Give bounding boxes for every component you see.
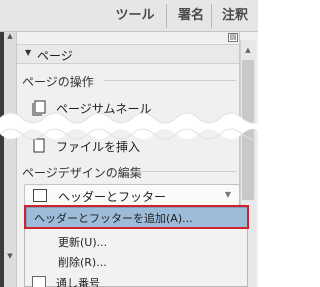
top-toolbar: ツール 署名 注釈 <box>0 0 258 32</box>
menu-item-delete[interactable]: 削除(R)... <box>58 254 107 270</box>
group-divider <box>104 80 236 81</box>
scroll-up-arrow-icon[interactable]: ▲ <box>242 46 254 56</box>
bates-numbering-icon <box>32 276 46 287</box>
chevron-down-icon: ▼ <box>224 190 231 199</box>
toolbar-divider <box>166 4 167 28</box>
header-footer-dropdown[interactable]: ヘッダーとフッター ▼ <box>24 184 240 206</box>
group-label-page-operations: ページの操作 <box>22 75 94 89</box>
group-divider <box>130 171 236 172</box>
annotation-highlight-frame <box>24 205 249 229</box>
caret-down-icon: ▼ <box>25 48 32 57</box>
scroll-up-arrow-icon[interactable]: ▲ <box>4 32 16 42</box>
scroll-down-arrow-icon[interactable]: ▼ <box>4 252 16 262</box>
tools-button[interactable]: ツール <box>108 0 162 32</box>
left-scrollbar[interactable] <box>4 32 16 287</box>
pane-options-icon[interactable]: ▤ <box>228 33 238 42</box>
toolbar-divider <box>211 4 212 28</box>
menu-item-update[interactable]: 更新(U)... <box>58 234 107 250</box>
section-header-pages[interactable]: ▼ ページ <box>17 44 239 64</box>
dropdown-label: ヘッダーとフッター <box>58 190 167 204</box>
header-footer-icon <box>33 189 47 202</box>
sign-button[interactable]: 署名 <box>173 0 209 32</box>
bates-numbering-label[interactable]: 通し番号 <box>56 275 100 287</box>
comment-button[interactable]: 注釈 <box>216 0 254 32</box>
section-title: ページ <box>37 49 73 63</box>
group-label-page-design: ページデザインの編集 <box>22 166 142 180</box>
wavy-break-overlay <box>0 112 258 140</box>
